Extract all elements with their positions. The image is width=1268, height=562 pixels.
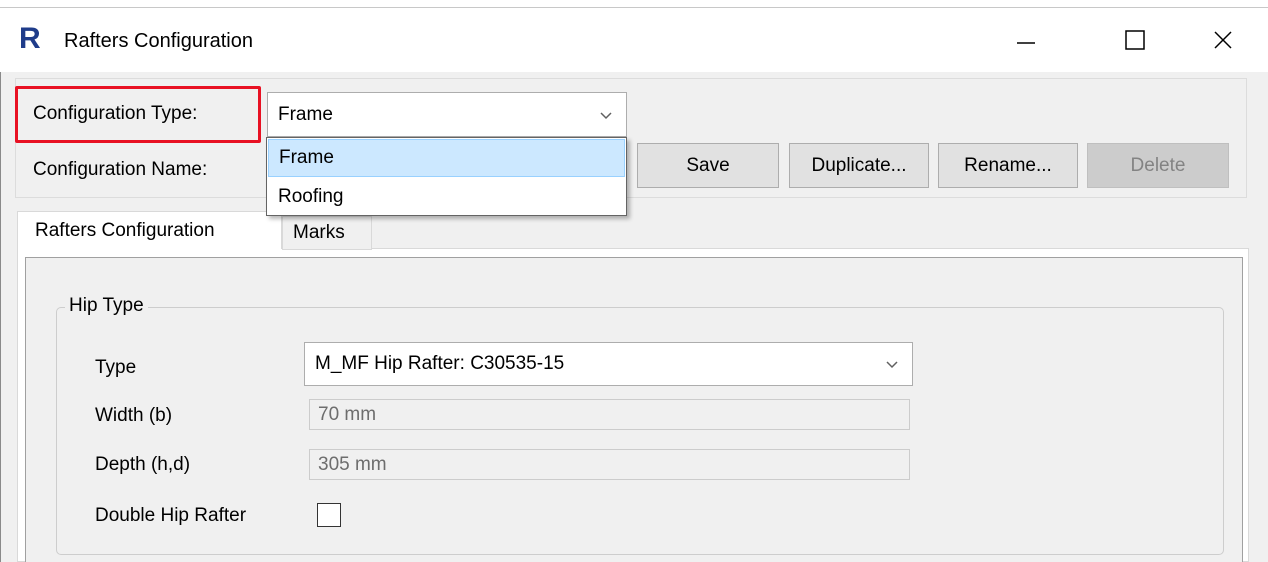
tab-marks[interactable]: Marks (282, 216, 372, 250)
duplicate-button[interactable]: Duplicate... (789, 143, 929, 188)
tab-rafters-configuration[interactable]: Rafters Configuration (17, 211, 282, 249)
hip-type-select[interactable]: M_MF Hip Rafter: C30535-15 (304, 342, 913, 386)
configuration-type-value: Frame (278, 103, 333, 125)
background-strip (0, 0, 1268, 8)
option-label: Roofing (278, 186, 344, 207)
configuration-name-label: Configuration Name: (33, 159, 208, 180)
width-field: 70 mm (309, 399, 910, 430)
configuration-type-dropdown: Frame Roofing (266, 137, 627, 216)
revit-app-icon: R (19, 22, 41, 55)
minimize-icon (1017, 42, 1035, 44)
depth-label: Depth (h,d) (95, 454, 191, 475)
hip-type-value: M_MF Hip Rafter: C30535-15 (315, 353, 565, 374)
option-label: Frame (279, 147, 334, 168)
dropdown-option-roofing[interactable]: Roofing (268, 179, 625, 215)
minimize-button[interactable] (996, 18, 1056, 62)
close-button[interactable] (1193, 18, 1253, 62)
maximize-button[interactable] (1105, 18, 1165, 62)
type-label: Type (95, 357, 137, 378)
tab-label: Marks (293, 222, 345, 243)
width-label: Width (b) (95, 405, 173, 426)
hip-type-group-label: Hip Type (65, 293, 148, 319)
chevron-down-icon (600, 104, 612, 126)
tab-label: Rafters Configuration (35, 219, 215, 241)
window-title: Rafters Configuration (64, 30, 253, 52)
delete-button[interactable]: Delete (1087, 143, 1229, 188)
maximize-icon (1125, 30, 1145, 50)
double-hip-rafter-checkbox[interactable] (317, 503, 341, 527)
chevron-down-icon (886, 353, 898, 375)
rename-button[interactable]: Rename... (938, 143, 1078, 188)
configuration-type-label: Configuration Type: (33, 103, 198, 124)
dropdown-option-frame[interactable]: Frame (268, 139, 625, 177)
save-button[interactable]: Save (637, 143, 779, 188)
depth-field: 305 mm (309, 449, 910, 480)
configuration-type-select[interactable]: Frame (267, 92, 627, 137)
close-icon (1214, 31, 1232, 49)
double-hip-rafter-label: Double Hip Rafter (95, 505, 247, 526)
